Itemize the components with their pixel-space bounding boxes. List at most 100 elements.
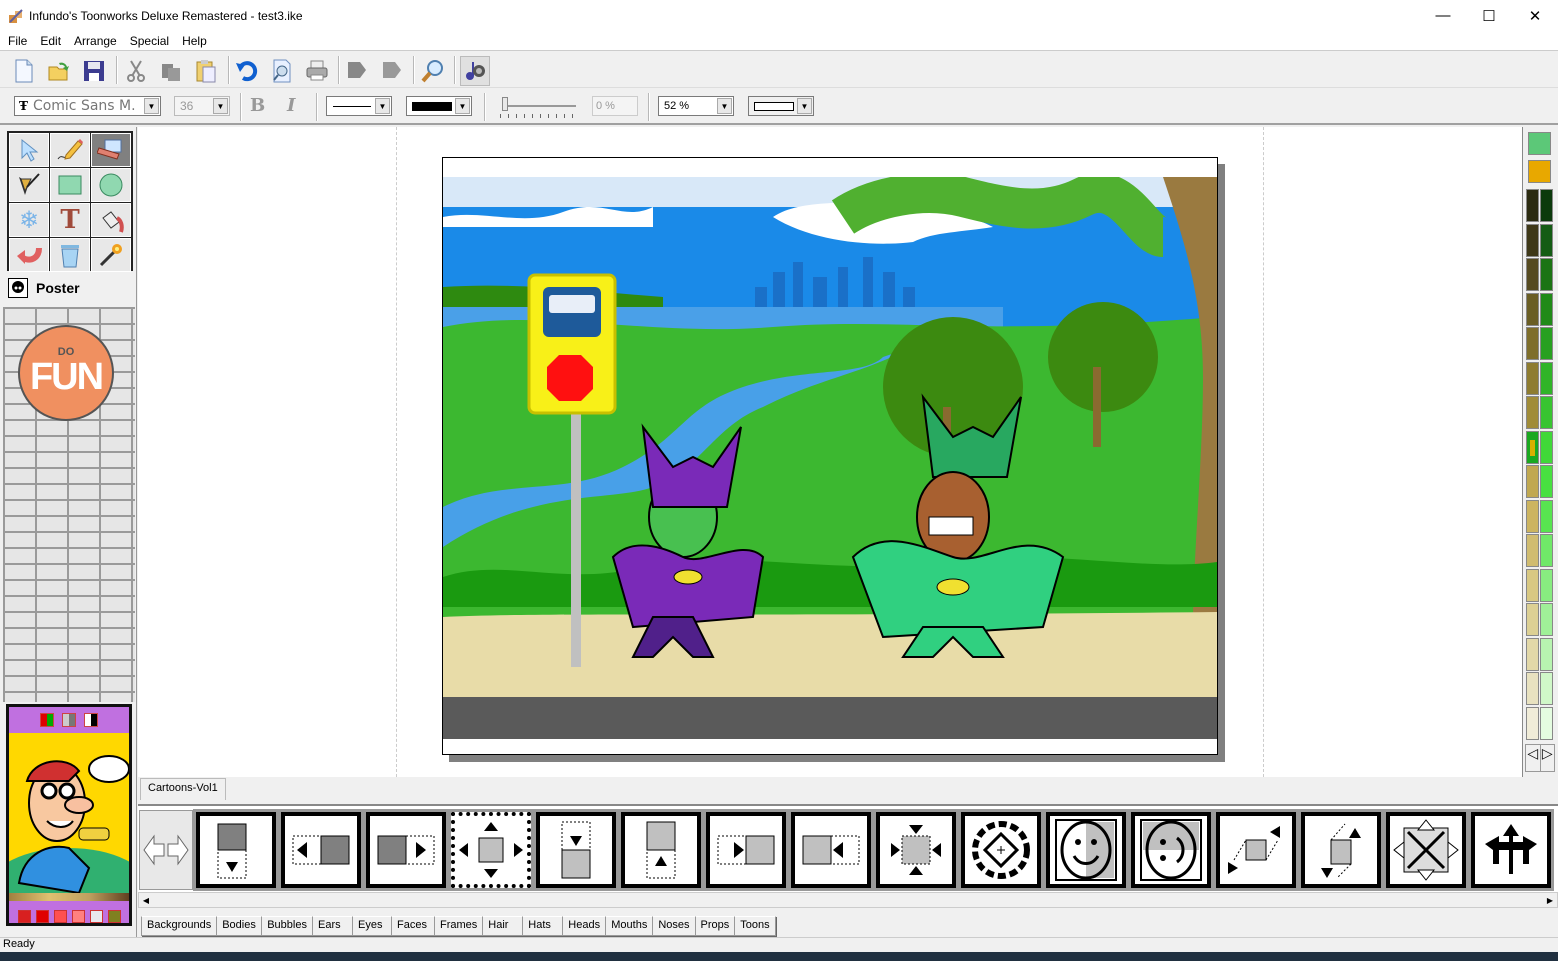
palette-swatch[interactable] [1526,603,1539,636]
font-select[interactable]: Ŧ Comic Sans M. ▼ [14,96,161,116]
maximize-button[interactable]: ☐ [1466,0,1512,31]
tab-toons[interactable]: Toons [734,916,776,936]
palette-swatch[interactable] [1540,499,1553,533]
palette-swatch[interactable] [1526,327,1539,360]
effect-skew-vertical[interactable] [1298,809,1384,891]
cut-button[interactable] [121,56,151,86]
scroll-right-button[interactable]: ▶ [1543,893,1557,907]
effect-rotate-spin[interactable] [958,809,1044,891]
palette-swatch[interactable] [1540,637,1553,671]
chevron-down-icon[interactable]: ▼ [455,98,470,114]
palette-swatch[interactable] [1526,223,1539,257]
effect-contract-all[interactable] [873,809,959,891]
effect-explode[interactable] [1383,809,1469,891]
tool-ellipse[interactable] [91,168,131,202]
effect-wipe-left[interactable] [788,809,874,891]
palette-swatch[interactable] [1540,258,1553,291]
swatch[interactable] [71,909,85,923]
tab-bubbles[interactable]: Bubbles [261,916,313,936]
tool-magic-wand[interactable] [91,238,131,272]
poster-mode[interactable]: Poster [8,278,80,298]
effect-slide-right[interactable] [363,809,449,891]
save-button[interactable] [79,56,109,86]
palette-swatch[interactable] [1526,292,1539,326]
effect-push-up[interactable] [618,809,704,891]
current-fill-color[interactable] [1528,132,1551,155]
swatch[interactable] [89,909,103,923]
transparency-slider[interactable] [498,94,578,120]
palette-swatch[interactable] [1526,396,1539,429]
paste-button[interactable] [191,56,221,86]
bring-forward-button[interactable] [342,56,372,86]
strip-nav[interactable] [139,810,193,890]
swatch[interactable] [35,909,49,923]
line-color-select[interactable]: ▼ [406,96,472,116]
tab-mouths[interactable]: Mouths [605,916,654,936]
print-button[interactable] [302,56,332,86]
palette-swatch[interactable] [1540,396,1553,429]
menu-file[interactable]: File [0,34,32,48]
chevron-down-icon[interactable]: ▼ [375,98,390,114]
menu-help[interactable]: Help [174,34,212,48]
tab-bodies[interactable]: Bodies [216,916,263,936]
effect-expand-all[interactable] [448,809,534,891]
italic-button[interactable]: I [287,95,295,116]
palette-next-button[interactable]: ▷ [1541,745,1555,771]
swatch[interactable] [107,909,121,923]
palette-prev-button[interactable]: ◁ [1526,745,1541,771]
send-backward-button[interactable] [377,56,407,86]
effect-flip-vertical[interactable] [1128,809,1214,891]
chevron-down-icon[interactable]: ▼ [144,98,159,114]
palette-swatch[interactable] [1526,672,1539,705]
tab-faces[interactable]: Faces [390,916,435,936]
palette-swatch[interactable] [1540,430,1553,464]
tab-heads[interactable]: Heads [562,916,607,936]
tool-pen[interactable] [9,168,49,202]
current-line-color[interactable] [1528,160,1551,183]
swatch[interactable] [17,909,31,923]
tool-rotate[interactable] [9,238,49,272]
swatch[interactable] [53,909,67,923]
chevron-down-icon[interactable]: ▼ [797,98,812,114]
effect-push-down[interactable] [533,809,619,891]
copy-button[interactable] [156,56,186,86]
palette-swatch[interactable] [1540,292,1553,326]
tool-rectangle[interactable] [50,168,90,202]
palette-swatch[interactable] [1526,637,1539,671]
cartoon-scene[interactable] [443,177,1217,739]
font-size-select[interactable]: 36 ▼ [174,96,230,116]
tab-backgrounds[interactable]: Backgrounds [141,916,218,936]
tab-ears[interactable]: Ears [311,916,353,936]
palette-swatch[interactable] [1540,603,1553,636]
minimize-button[interactable]: — [1420,0,1466,31]
zoom-button[interactable] [418,56,448,86]
palette-swatch[interactable] [1526,361,1539,395]
chevron-down-icon[interactable]: ▼ [213,98,228,114]
bold-button[interactable]: B [250,95,265,116]
open-button[interactable] [44,56,74,86]
palette-swatch[interactable] [1526,465,1539,498]
tool-background[interactable] [91,133,131,167]
tab-props[interactable]: Props [694,916,736,936]
palette-swatch[interactable] [1540,706,1553,740]
tool-snowflake[interactable]: ❄ [9,203,49,237]
sound-button[interactable] [460,56,490,86]
palette-swatch[interactable] [1540,361,1553,395]
tab-eyes[interactable]: Eyes [351,916,392,936]
palette-swatch[interactable] [1540,327,1553,360]
new-button[interactable] [9,56,39,86]
drawing-canvas[interactable] [138,127,1522,777]
effect-split-arrows[interactable] [1468,809,1554,891]
palette-swatch[interactable] [1540,223,1553,257]
menu-arrange[interactable]: Arrange [66,34,122,48]
palette-swatch[interactable] [1540,568,1553,602]
palette-swatch[interactable] [1526,430,1539,464]
palette-swatch[interactable] [1526,568,1539,602]
palette-mode-color[interactable] [40,713,54,727]
frame-style-select[interactable]: ▼ [748,96,814,116]
palette-swatch[interactable] [1526,706,1539,740]
tool-fill[interactable] [91,203,131,237]
palette-swatch[interactable] [1526,499,1539,533]
print-preview-button[interactable] [267,56,297,86]
menu-edit[interactable]: Edit [32,34,66,48]
